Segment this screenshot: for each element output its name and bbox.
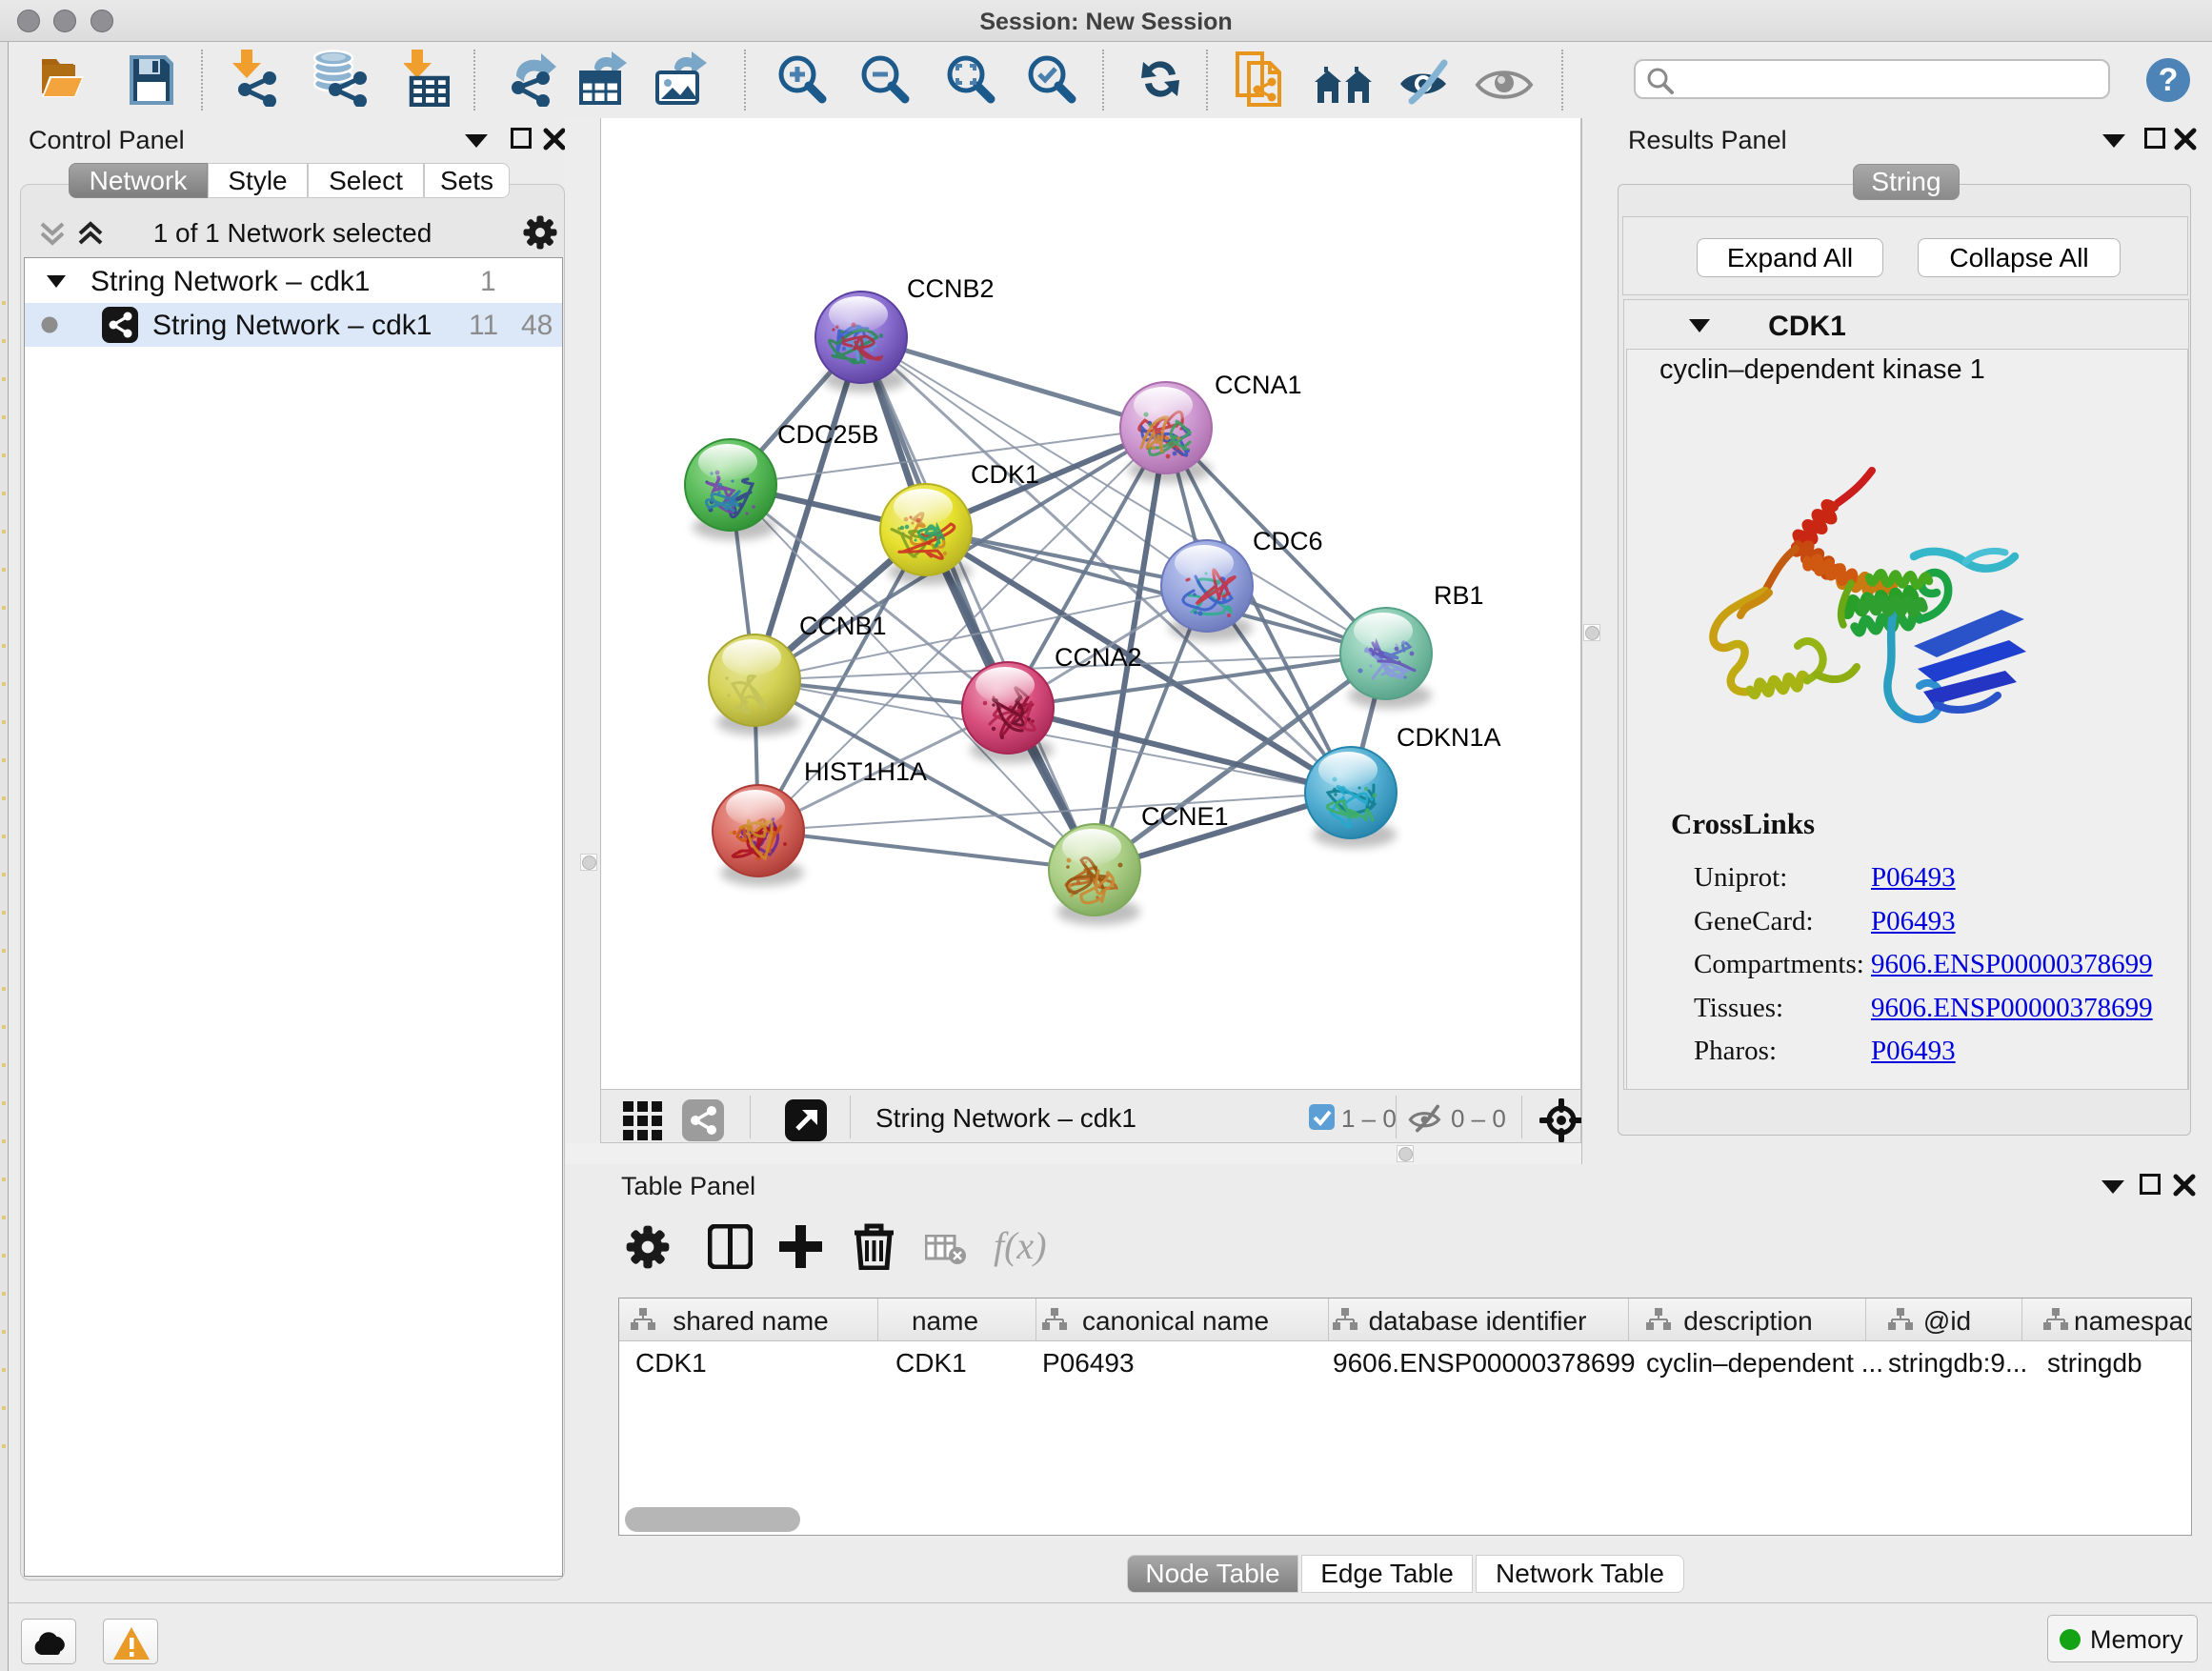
svg-text:CCNB2: CCNB2 xyxy=(907,274,995,303)
svg-text:CDK1: CDK1 xyxy=(971,460,1039,489)
svg-text:CCNA1: CCNA1 xyxy=(1215,371,1302,399)
svg-text:CDKN1A: CDKN1A xyxy=(1397,723,1501,752)
svg-text:CCNB1: CCNB1 xyxy=(799,612,887,640)
svg-text:RB1: RB1 xyxy=(1434,581,1484,610)
svg-text:CCNA2: CCNA2 xyxy=(1055,643,1142,672)
svg-text:CDC6: CDC6 xyxy=(1253,527,1323,555)
svg-text:HIST1H1A: HIST1H1A xyxy=(804,757,927,786)
svg-text:CCNE1: CCNE1 xyxy=(1141,802,1229,831)
svg-text:CDC25B: CDC25B xyxy=(777,420,879,449)
